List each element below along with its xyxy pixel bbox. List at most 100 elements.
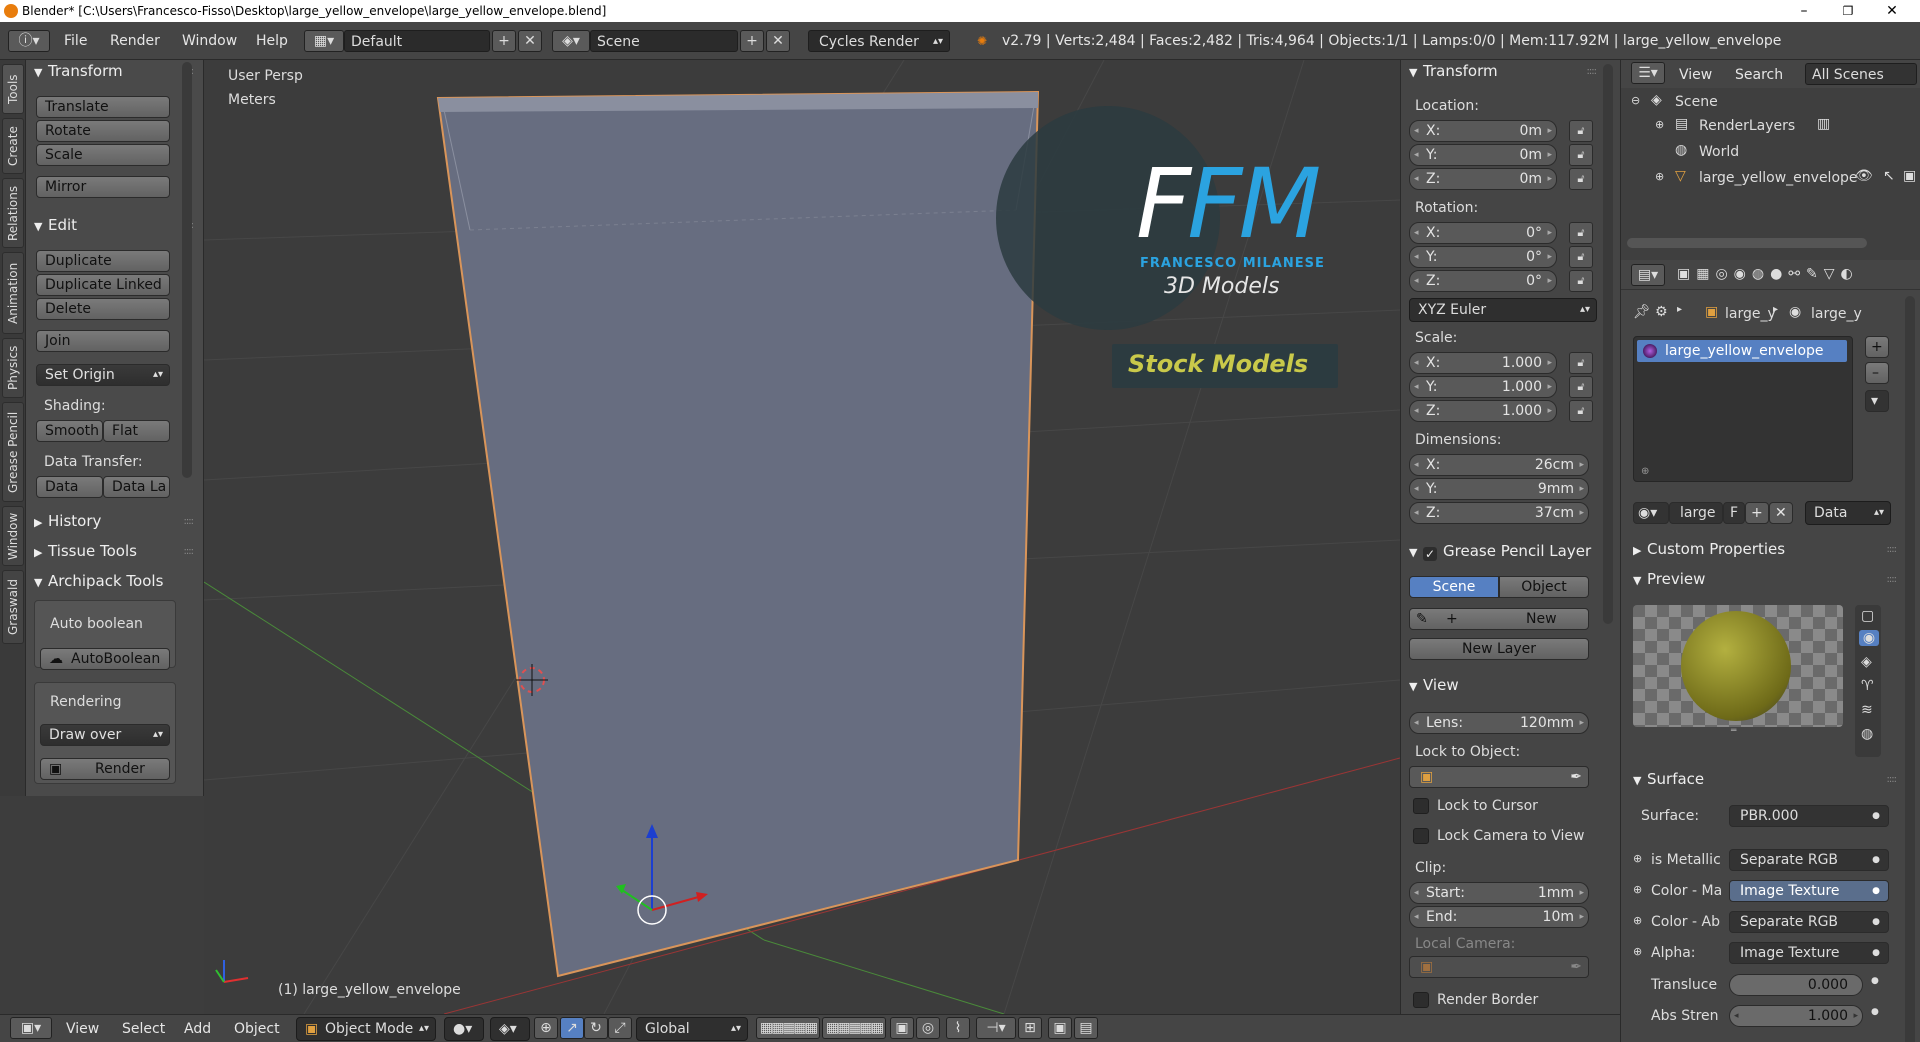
location-y-field[interactable]: ◂ Y: 0m ▸ [1409, 144, 1557, 166]
add-scene-icon[interactable]: + [740, 30, 764, 52]
editor-type-info-icon[interactable]: ⓘ▾ [8, 30, 50, 52]
gp-scene-button[interactable]: Scene [1409, 576, 1499, 598]
edit-panel-header[interactable]: ▼ Edit [34, 216, 77, 234]
render-button[interactable]: ▣ Render [40, 758, 170, 780]
scale-button[interactable]: Scale [36, 144, 170, 166]
expand-icon[interactable]: ⊕ [1633, 883, 1642, 896]
breadcrumb-material[interactable]: large_y [1811, 306, 1862, 322]
outliner-search-menu[interactable]: Search [1735, 64, 1783, 86]
set-origin-select[interactable]: Set Origin ▴▾ [36, 364, 170, 386]
surface-header[interactable]: ▼ Surface [1633, 770, 1704, 788]
layers-grid-2[interactable]: ▦▦▦▦▦ [822, 1017, 886, 1039]
minimize-button[interactable]: – [1782, 0, 1826, 22]
pin-icon[interactable]: 📌︎ [1633, 304, 1651, 320]
rotate-button[interactable]: Rotate [36, 120, 170, 142]
socket-icon[interactable]: ● [1871, 976, 1879, 986]
material-browse-button[interactable]: ◉▾ [1633, 502, 1669, 524]
lock-icon[interactable]: 🔓︎ [1569, 270, 1593, 292]
lock-icon[interactable]: 🔓︎ [1569, 144, 1593, 166]
screen-layout-icon[interactable]: ▦▾ [304, 30, 344, 52]
new-layer-button[interactable]: New Layer [1409, 638, 1589, 660]
join-button[interactable]: Join [36, 330, 170, 352]
snap-icon[interactable]: ⌇ [946, 1017, 970, 1039]
slot-specials-button[interactable]: ▾ [1865, 390, 1889, 412]
opengl-render-icon[interactable]: ▣ [1048, 1017, 1072, 1039]
translate-button[interactable]: Translate [36, 96, 170, 118]
add-slot-button[interactable]: + [1865, 336, 1889, 358]
abs-strength-slider[interactable]: ◂ 1.000 ▸ [1729, 1005, 1863, 1027]
preview-header[interactable]: ▼ Preview [1633, 570, 1705, 588]
preview-hair-icon[interactable]: ≋ [1861, 702, 1873, 718]
scale-manipulator-icon[interactable]: ⤢ [608, 1017, 632, 1039]
collapse-icon[interactable]: ⊖ [1631, 94, 1640, 107]
resize-grip-icon[interactable]: ⊕ [1641, 466, 1649, 477]
properties-scrollbar[interactable] [1905, 296, 1915, 1042]
material-slot-name[interactable]: large_yellow_envelope [1665, 343, 1824, 359]
rotation-mode-select[interactable]: XYZ Euler ▴▾ [1409, 298, 1597, 322]
lock-icon[interactable]: 🔓︎ [1569, 222, 1593, 244]
drag-handle-icon[interactable]: :::: [1887, 544, 1898, 555]
view-panel-header[interactable]: ▼ View [1409, 676, 1459, 694]
viewport-shading-select[interactable]: ●▾ [444, 1017, 484, 1041]
tab-create[interactable]: Create [2, 118, 24, 174]
scale-x-field[interactable]: ◂ X: 1.000 ▸ [1409, 352, 1557, 374]
outliner-scrollbar[interactable] [1627, 238, 1867, 248]
scene-icon[interactable]: ◈▾ [552, 30, 590, 52]
outliner-world[interactable]: World [1699, 144, 1739, 160]
material-link-select[interactable]: Data ▴▾ [1805, 501, 1891, 525]
lock-icon[interactable]: 🔓︎ [1569, 168, 1593, 190]
resize-grip-icon[interactable]: ═ [1731, 726, 1736, 736]
surface-shader-field[interactable]: PBR.000 ● [1729, 805, 1889, 827]
lock-icon[interactable]: 🔓︎ [1569, 400, 1593, 422]
close-button[interactable]: ✕ [1870, 0, 1914, 22]
new-material-button[interactable]: + [1745, 502, 1769, 524]
menu-add[interactable]: Add [184, 1018, 211, 1040]
layers-grid-1[interactable]: ▦▦▦▦▦ [756, 1017, 820, 1039]
outliner-view-menu[interactable]: View [1679, 64, 1712, 86]
translate-manipulator-icon[interactable]: ↗ [560, 1017, 584, 1039]
menu-help[interactable]: Help [256, 30, 288, 52]
expand-icon[interactable]: ⊕ [1633, 852, 1642, 865]
archipack-panel-header[interactable]: ▼ Archipack Tools [34, 572, 163, 590]
rotate-manipulator-icon[interactable]: ↻ [584, 1017, 608, 1039]
tab-tools[interactable]: Tools [2, 64, 24, 114]
scale-y-field[interactable]: ◂ Y: 1.000 ▸ [1409, 376, 1557, 398]
outliner-object[interactable]: large_yellow_envelope [1699, 170, 1861, 186]
drag-handle-icon[interactable]: :::: [1587, 66, 1598, 77]
clip-end-field[interactable]: ◂ End: 10m ▸ [1409, 906, 1589, 928]
drag-handle-icon[interactable]: :::: [1887, 574, 1898, 585]
unlink-material-button[interactable]: ✕ [1769, 502, 1793, 524]
tab-graswald[interactable]: Graswald [2, 570, 24, 644]
tab-animation[interactable]: Animation [2, 252, 24, 334]
editor-type-3d-icon[interactable]: ▣▾ [10, 1017, 52, 1039]
transform-panel-header[interactable]: ▼ Transform [1409, 62, 1498, 80]
snap-element-select[interactable]: ⊣▾ [976, 1017, 1016, 1039]
render-border-checkbox[interactable] [1413, 992, 1429, 1008]
drag-handle-icon[interactable]: :::: [184, 546, 195, 557]
local-camera-field[interactable]: ▣ ✒ [1409, 956, 1589, 978]
dimension-x-field[interactable]: ◂ X: 26cm ▸ [1409, 454, 1589, 476]
scale-z-field[interactable]: ◂ Z: 1.000 ▸ [1409, 400, 1557, 422]
remove-scene-icon[interactable]: ✕ [766, 30, 790, 52]
pivot-point-select[interactable]: ◈▾ [490, 1017, 530, 1041]
rotation-x-field[interactable]: ◂ X: 0° ▸ [1409, 222, 1557, 244]
transform-orientation-select[interactable]: Global ▴▾ [636, 1017, 748, 1041]
npanel-scrollbar[interactable] [1603, 64, 1613, 624]
dimension-z-field[interactable]: ◂ Z: 37cm ▸ [1409, 502, 1589, 524]
delete-button[interactable]: Delete [36, 298, 170, 320]
dimension-y-field[interactable]: ◂ Y: 9mm ▸ [1409, 478, 1589, 500]
alpha-input[interactable]: Image Texture ● [1729, 942, 1889, 964]
lock-object-field[interactable]: ▣ ✒ [1409, 766, 1589, 788]
preview-monkey-icon[interactable]: ♈ [1861, 678, 1874, 694]
expand-icon[interactable]: ⊕ [1655, 118, 1664, 131]
tab-relations[interactable]: Relations [2, 178, 24, 248]
preview-sphere-icon[interactable]: ◉ [1859, 630, 1879, 646]
grease-pencil-layer-header[interactable]: ▼ ✓ Grease Pencil Layer [1409, 542, 1591, 561]
drag-handle-icon[interactable]: :::: [1887, 774, 1898, 785]
material-name-field[interactable]: large [1669, 502, 1723, 524]
expand-icon[interactable]: ⊕ [1655, 170, 1664, 183]
custom-properties-header[interactable]: ▶ Custom Properties [1633, 540, 1785, 558]
3d-viewport[interactable]: User Persp Meters FFM FRANCESCO MILANESE… [204, 60, 1400, 1014]
duplicate-button[interactable]: Duplicate [36, 250, 170, 272]
lens-field[interactable]: ◂ Lens: 120mm ▸ [1409, 712, 1589, 734]
